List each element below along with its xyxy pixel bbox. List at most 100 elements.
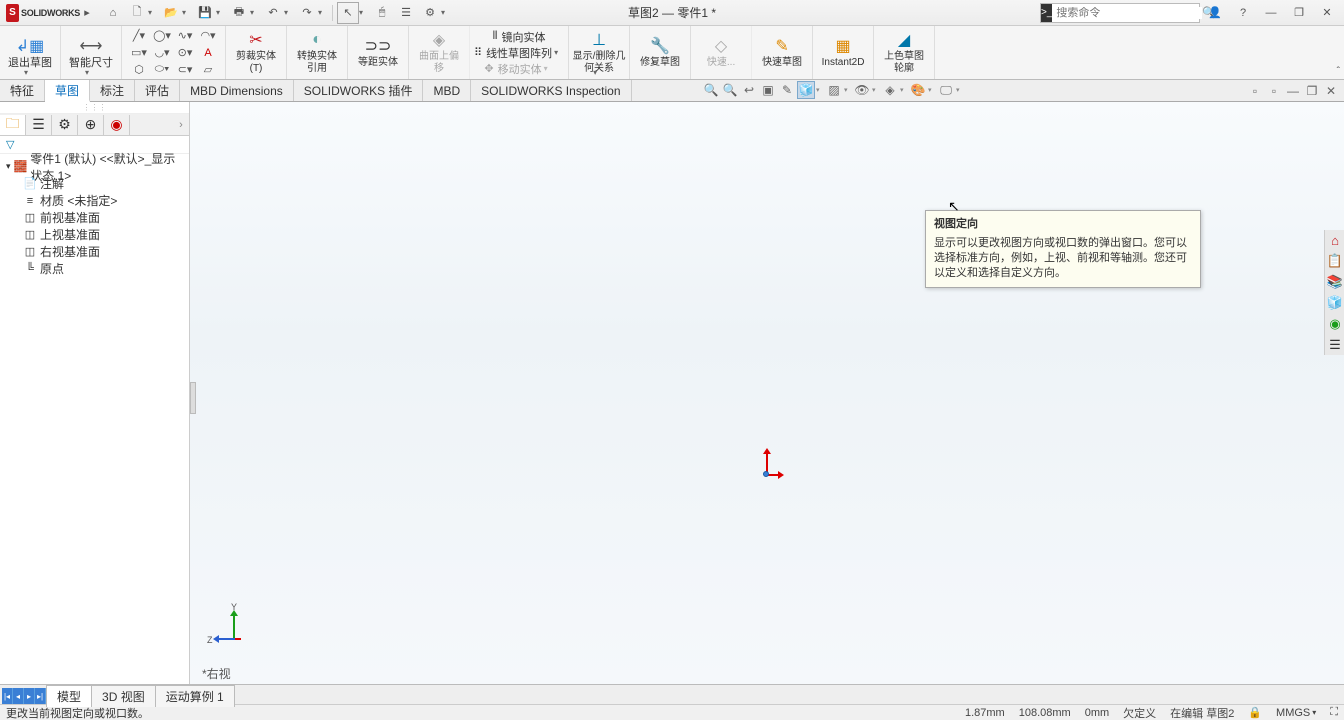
tree-node-front-plane[interactable]: ◫前视基准面 [2,209,187,226]
tab-addins[interactable]: SOLIDWORKS 插件 [294,80,424,101]
motion-nav[interactable]: |◂◂▸▸| [2,688,46,704]
minimize-button[interactable]: — [1258,3,1284,23]
open-button[interactable]: 📂 [160,2,182,24]
tab-evaluate[interactable]: 评估 [135,80,180,101]
tree-node-top-plane[interactable]: ◫上视基准面 [2,226,187,243]
tab-features[interactable]: 特征 [0,80,45,101]
print-button[interactable]: 🖶 [228,2,250,24]
status-lock-icon[interactable]: 🔒 [1248,706,1262,719]
doc-restore-icon[interactable]: ❐ [1303,82,1321,100]
exit-sketch-button[interactable]: ↲▦ 退出草图 ▾ [6,28,54,77]
command-search[interactable]: >_ 🔍 ▾ [1040,3,1200,23]
point-tool[interactable]: ⊙▾ [174,46,196,60]
spline-tool[interactable]: ∿▾ [174,29,196,43]
taskpane-home-icon[interactable]: ⌂ [1325,230,1344,250]
tab-mbd-dimensions[interactable]: MBD Dimensions [180,80,294,101]
view-settings-icon[interactable]: 🖵 [937,81,955,99]
menu-expand-icon[interactable]: ▸ [80,6,94,19]
redo-button[interactable]: ↷ [296,2,318,24]
shaded-sketch-button[interactable]: ◢ 上色草图轮廓 [880,28,928,77]
dynamic-annotation-icon[interactable]: ✎ [778,81,796,99]
taskpane-appearances-icon[interactable]: ☰ [1325,335,1344,355]
panel-grip-icon[interactable]: ⋮⋮⋮ [0,102,189,114]
taskpane-design-library-icon[interactable]: 📚 [1325,272,1344,292]
close-button[interactable]: ✕ [1314,3,1340,23]
repair-sketch-button[interactable]: 🔧 修复草图 [636,28,684,77]
instant2d-button[interactable]: ▦ Instant2D [819,28,867,77]
display-manager-tab[interactable]: ◉ [104,115,130,135]
bottom-tab-3dview[interactable]: 3D 视图 [91,685,156,707]
line-tool[interactable]: ╱▾ [128,29,150,43]
bottom-tab-motion[interactable]: 运动算例 1 [155,685,235,707]
trim-entities-button[interactable]: ✂ 剪裁实体(T) [232,28,280,77]
new-button[interactable]: 🗋 [126,2,148,24]
tab-mbd[interactable]: MBD [423,80,471,101]
manager-tabs-more-icon[interactable]: › [173,119,189,131]
tab-sketch[interactable]: 草图 [45,80,90,102]
mirror-entities-button[interactable]: ⦀镜向实体 [493,29,546,45]
circle-tool[interactable]: ◯▾ [151,29,173,43]
configuration-manager-tab[interactable]: ⚙ [52,115,78,135]
search-input[interactable] [1052,7,1202,19]
text-tool[interactable]: A [197,46,219,60]
doc-close-icon[interactable]: ✕ [1322,82,1340,100]
collapse-icon[interactable]: ▾ [6,161,11,172]
taskpane-file-explorer-icon[interactable]: 🧊 [1325,293,1344,313]
previous-view-icon[interactable]: ↩ [740,81,758,99]
restore-button[interactable]: ❐ [1286,3,1312,23]
select-button[interactable]: ↖ [337,2,359,24]
user-button[interactable]: 👤 [1202,3,1228,23]
section-view-icon[interactable]: ▣ [759,81,777,99]
slot-tool[interactable]: ⬭▾ [151,63,173,77]
panel-collapse-handle[interactable] [190,382,196,414]
zoom-area-icon[interactable]: 🔍 [721,81,739,99]
hide-show-icon[interactable]: 👁 [853,81,871,99]
smart-dimension-button[interactable]: ⟷ 智能尺寸 ▾ [67,28,115,77]
apply-scene-icon[interactable]: 🎨 [909,81,927,99]
help-button[interactable]: ? [1230,3,1256,23]
edit-appearance-icon[interactable]: ◈ [881,81,899,99]
polygon-tool[interactable]: ⬡ [128,63,150,77]
rebuild-button[interactable]: 🖱 [371,2,393,24]
tree-node-material[interactable]: ≡材质 <未指定> [2,192,187,209]
display-style-icon[interactable]: ▨ [825,81,843,99]
tree-node-right-plane[interactable]: ◫右视基准面 [2,243,187,260]
settings-button[interactable]: ⚙ [419,2,441,24]
doc-minimize-icon[interactable]: — [1284,82,1302,100]
doc-window1-icon[interactable]: ▫ [1246,82,1264,100]
status-units[interactable]: MMGS ▾ [1276,707,1316,719]
bottom-tab-model[interactable]: 模型 [46,685,92,707]
feature-manager-tab[interactable]: 🗀 [0,115,26,135]
taskpane-resources-icon[interactable]: 📋 [1325,251,1344,271]
rapid-sketch-icon: ✎ [772,36,792,56]
taskpane-view-palette-icon[interactable]: ◉ [1325,314,1344,334]
doc-window2-icon[interactable]: ▫ [1265,82,1283,100]
arc-tool[interactable]: ◡▾ [151,46,173,60]
convert-entities-button[interactable]: ◐ 转换实体引用 [293,28,341,77]
ellipse-tool[interactable]: ⊂▾ [174,63,196,77]
tab-inspection[interactable]: SOLIDWORKS Inspection [471,80,631,101]
reference-triad[interactable]: Y Z [215,608,255,648]
property-manager-tab[interactable]: ☰ [26,115,52,135]
graphics-viewport[interactable]: Y Z 视图定向 显示可以更改视图方向或视口数的弹出窗口。您可以选择标准方向，例… [190,102,1344,684]
dimxpert-manager-tab[interactable]: ⊕ [78,115,104,135]
ribbon-collapse-icon[interactable]: ˆ [1337,66,1340,77]
display-relations-button[interactable]: ⊥ 显示/删除几何关系 ▾ [575,28,623,77]
tree-root[interactable]: ▾ 🧱 零件1 (默认) <<默认>_显示状态 1> [2,158,187,175]
home-button[interactable]: ⌂ [102,2,124,24]
tree-node-origin[interactable]: ╚原点 [2,260,187,277]
save-button[interactable]: 💾 [194,2,216,24]
undo-button[interactable]: ↶ [262,2,284,24]
tab-annotate[interactable]: 标注 [90,80,135,101]
status-fullscreen-icon[interactable]: ⛶ [1330,706,1338,719]
view-orientation-button[interactable]: 🧊 [797,81,815,99]
rect-tool[interactable]: ▭▾ [128,46,150,60]
options-list-button[interactable]: ☰ [395,2,417,24]
zoom-fit-icon[interactable]: 🔍 [702,81,720,99]
rapid-sketch-button[interactable]: ✎ 快速草图 [758,28,806,77]
offset-entities-button[interactable]: ⊃⊃ 等距实体 [354,28,402,77]
linear-pattern-button[interactable]: ⠿线性草图阵列▾ [474,45,564,61]
plane-tool[interactable]: ▱ [197,63,219,77]
fillet-tool[interactable]: ◠▾ [197,29,219,43]
repair-icon: 🔧 [650,36,670,56]
